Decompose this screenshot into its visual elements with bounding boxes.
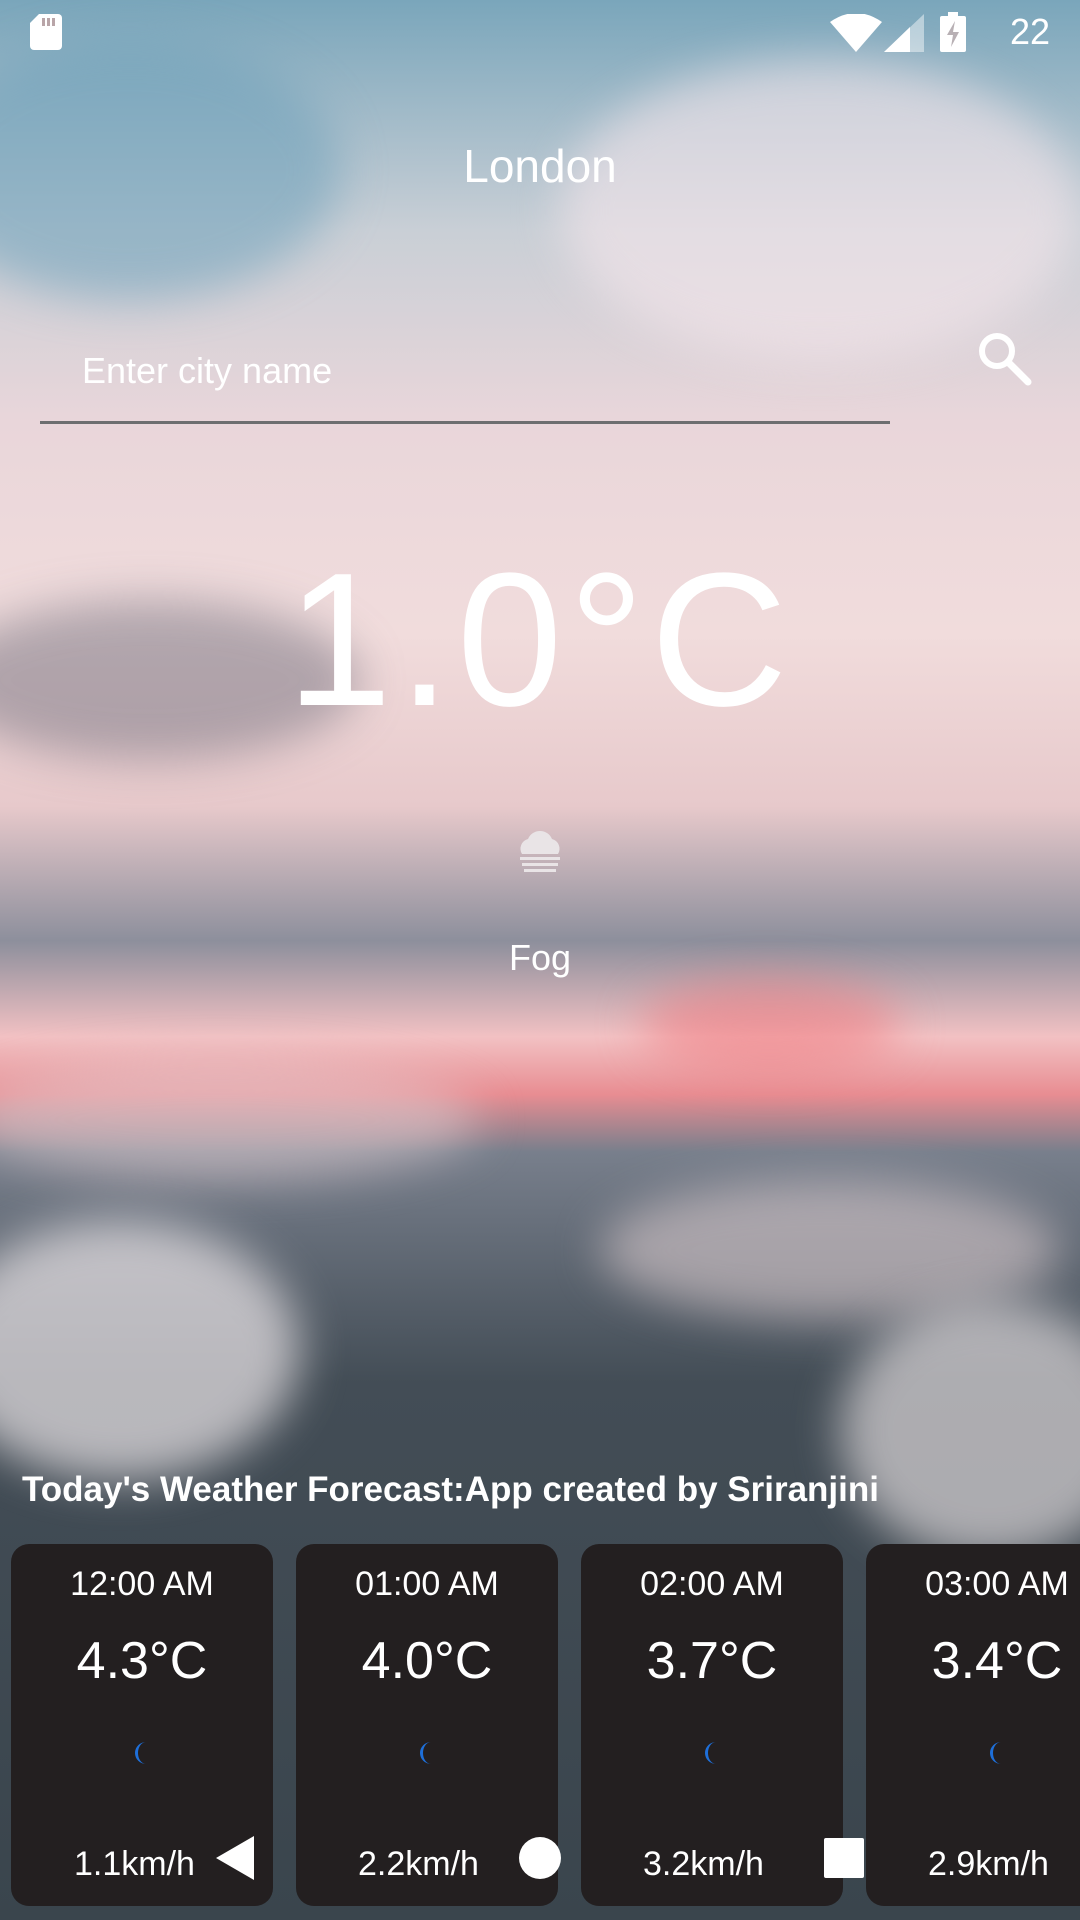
forecast-wind: 2.2km/h bbox=[358, 1845, 479, 1883]
forecast-time: 01:00 AM bbox=[355, 1565, 499, 1603]
forecast-title: Today's Weather Forecast:App created by … bbox=[22, 1470, 879, 1509]
forecast-temperature: 3.7°C bbox=[646, 1632, 778, 1690]
moon-icon bbox=[705, 1742, 716, 1764]
cell-signal-icon bbox=[884, 14, 924, 52]
moon-icon bbox=[990, 1742, 1001, 1764]
search-icon[interactable] bbox=[976, 330, 1032, 386]
city-name: London bbox=[463, 140, 617, 192]
forecast-time: 02:00 AM bbox=[640, 1565, 784, 1603]
forecast-temperature: 3.4°C bbox=[931, 1632, 1063, 1690]
battery-charging-icon bbox=[940, 12, 966, 52]
status-bar: 22 bbox=[0, 0, 1080, 64]
home-icon[interactable] bbox=[518, 1836, 562, 1880]
fog-cloud-icon bbox=[520, 831, 560, 872]
current-condition: Fog bbox=[508, 937, 572, 978]
forecast-wind: 2.9km/h bbox=[928, 1845, 1049, 1883]
sd-card-icon bbox=[30, 14, 62, 50]
forecast-wind: 1.1km/h bbox=[74, 1845, 195, 1883]
wifi-icon bbox=[830, 14, 882, 52]
forecast-time: 03:00 AM bbox=[925, 1565, 1069, 1603]
forecast-temperature: 4.3°C bbox=[76, 1632, 208, 1690]
city-search-input[interactable] bbox=[40, 320, 890, 424]
forecast-time: 12:00 AM bbox=[70, 1565, 214, 1603]
current-temperature: 1.0°C bbox=[286, 534, 794, 746]
back-icon[interactable] bbox=[216, 1836, 254, 1880]
forecast-wind: 3.2km/h bbox=[643, 1845, 764, 1883]
recents-icon[interactable] bbox=[824, 1838, 864, 1878]
moon-icon bbox=[420, 1742, 431, 1764]
moon-icon bbox=[135, 1742, 146, 1764]
forecast-temperature: 4.0°C bbox=[361, 1632, 493, 1690]
status-time: 22 bbox=[1010, 11, 1051, 52]
